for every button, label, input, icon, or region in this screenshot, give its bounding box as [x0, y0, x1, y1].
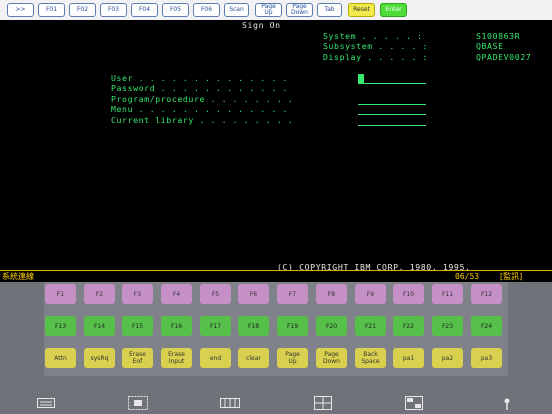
pa3-key[interactable]: pa3 — [471, 348, 502, 368]
f17-key[interactable]: F17 — [200, 316, 231, 336]
backspace-key[interactable]: Back Space — [355, 348, 386, 368]
menu-label: Menu . . . . . . . . . . . . . . — [111, 104, 288, 114]
program-procedure-label: Program/procedure . . . . . . . . — [111, 94, 294, 104]
f20-key[interactable]: F20 — [316, 316, 347, 336]
f05-button[interactable]: F05 — [162, 3, 189, 17]
top-toolbar: >> F01 F02 F03 F04 F05 F06 Scan Page Up … — [0, 0, 552, 21]
terminal-screen[interactable]: Sign On System . . . . . : S100863R Subs… — [0, 20, 552, 272]
f01-button[interactable]: F01 — [38, 3, 65, 17]
enter-button[interactable]: Enter — [380, 3, 407, 17]
keyboard-icon[interactable] — [37, 398, 55, 411]
program-procedure-input[interactable] — [358, 104, 426, 105]
f14-key[interactable]: F14 — [84, 316, 115, 336]
sysrq-key[interactable]: sysRq — [84, 348, 115, 368]
f02-button[interactable]: F02 — [69, 3, 96, 17]
user-input[interactable] — [358, 83, 426, 84]
f12-key[interactable]: F12 — [471, 284, 502, 304]
f06-button[interactable]: F06 — [193, 3, 220, 17]
subsystem-value: QBASE — [476, 41, 504, 51]
user-label: User . . . . . . . . . . . . . . — [111, 73, 288, 83]
erase-input-key[interactable]: Erase Input — [161, 348, 192, 368]
key-panel: F1 F2 F3 F4 F5 F6 F7 F8 F9 F10 F11 F12 F… — [44, 282, 508, 376]
tab-button[interactable]: Tab — [317, 3, 342, 17]
f10-key[interactable]: F10 — [393, 284, 424, 304]
f4-key[interactable]: F4 — [161, 284, 192, 304]
f2-key[interactable]: F2 — [84, 284, 115, 304]
attn-key[interactable]: Attn — [45, 348, 76, 368]
f23-key[interactable]: F23 — [432, 316, 463, 336]
f7-key[interactable]: F7 — [277, 284, 308, 304]
subsystem-label: Subsystem . . . . : — [323, 41, 429, 51]
page-down-button[interactable]: Page Down — [286, 3, 313, 17]
page-up-key[interactable]: Page Up — [277, 348, 308, 368]
system-label: System . . . . . : — [323, 31, 423, 41]
keypad-icon[interactable] — [220, 398, 240, 411]
end-key[interactable]: end — [200, 348, 231, 368]
scan-button[interactable]: Scan — [224, 3, 249, 17]
f5-key[interactable]: F5 — [200, 284, 231, 304]
ab-yz-icon[interactable] — [314, 396, 332, 413]
f03-button[interactable]: F03 — [100, 3, 127, 17]
screen-title: Sign On — [242, 20, 281, 30]
display-label: Display . . . . . : — [323, 52, 429, 62]
pa2-key[interactable]: pa2 — [432, 348, 463, 368]
expand-icon[interactable] — [128, 396, 148, 413]
reset-button[interactable]: Reset — [348, 3, 375, 17]
more-button[interactable]: >> — [7, 3, 34, 17]
system-value: S100863R — [476, 31, 521, 41]
f21-key[interactable]: F21 — [355, 316, 386, 336]
page-down-key[interactable]: Page Down — [316, 348, 347, 368]
pa1-key[interactable]: pa1 — [393, 348, 424, 368]
f15-key[interactable]: F15 — [122, 316, 153, 336]
erase-eof-key[interactable]: Erase Eof — [122, 348, 153, 368]
text-cursor — [358, 74, 364, 83]
current-library-label: Current library . . . . . . . . . — [111, 115, 294, 125]
grid-font-icon[interactable] — [405, 396, 423, 413]
f16-key[interactable]: F16 — [161, 316, 192, 336]
f1-key[interactable]: F1 — [45, 284, 76, 304]
f13-key[interactable]: F13 — [45, 316, 76, 336]
f19-key[interactable]: F19 — [277, 316, 308, 336]
f11-key[interactable]: F11 — [432, 284, 463, 304]
current-library-input[interactable] — [358, 125, 426, 126]
f22-key[interactable]: F22 — [393, 316, 424, 336]
page-up-button[interactable]: Page Up — [255, 3, 282, 17]
f8-key[interactable]: F8 — [316, 284, 347, 304]
f6-key[interactable]: F6 — [238, 284, 269, 304]
clear-key[interactable]: clear — [238, 348, 269, 368]
f3-key[interactable]: F3 — [122, 284, 153, 304]
f18-key[interactable]: F18 — [238, 316, 269, 336]
f04-button[interactable]: F04 — [131, 3, 158, 17]
password-label: Password . . . . . . . . . . . . — [111, 83, 288, 93]
f9-key[interactable]: F9 — [355, 284, 386, 304]
menu-input[interactable] — [358, 114, 426, 115]
joystick-icon[interactable] — [503, 398, 511, 413]
display-value: QPADEV0027 — [476, 52, 532, 62]
f24-key[interactable]: F24 — [471, 316, 502, 336]
bottom-toolbar — [0, 376, 552, 414]
